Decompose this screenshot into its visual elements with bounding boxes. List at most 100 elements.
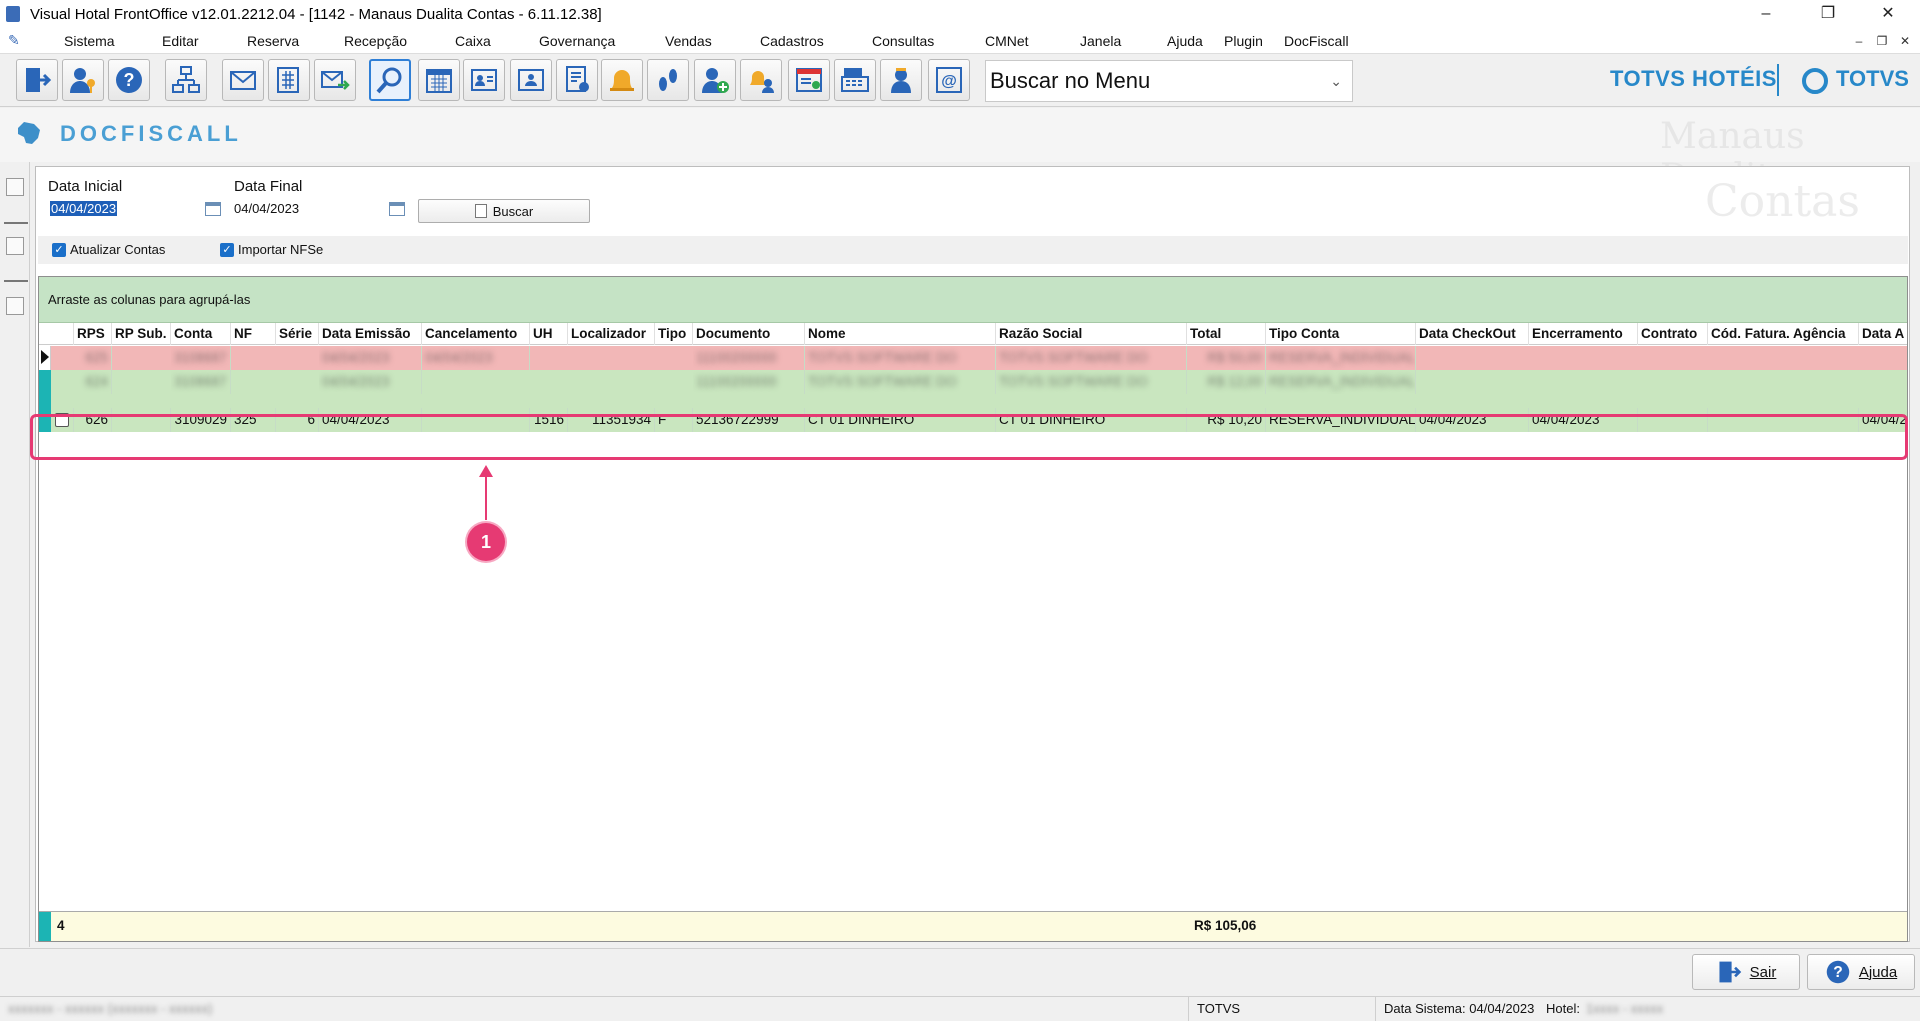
menu-plugin[interactable]: Plugin [1218, 28, 1269, 54]
mdi-restore-button[interactable]: ❐ [1873, 32, 1891, 50]
importar-nfse-label: Importar NFSe [238, 242, 324, 257]
menu-vendas[interactable]: Vendas [659, 28, 718, 54]
close-button[interactable]: ✕ [1860, 0, 1916, 28]
importar-nfse-checkbox[interactable]: ✓ Importar NFSe [220, 242, 323, 257]
housekeeping-button[interactable] [740, 59, 782, 101]
menu-cadastros[interactable]: Cadastros [754, 28, 830, 54]
group-by-hint: Arraste as colunas para agrupá-las [48, 292, 251, 307]
ajuda-button[interactable]: ? Ajuda [1807, 954, 1915, 990]
calculator-button[interactable] [268, 59, 310, 101]
calendar-icon [426, 69, 452, 93]
menu-reserva[interactable]: Reserva [241, 28, 305, 54]
sair-button[interactable]: Sair [1692, 954, 1800, 990]
data-inicial-input[interactable]: 04/04/2023 [48, 199, 228, 219]
column-header-uh[interactable]: UH [530, 323, 568, 345]
calendar-icon[interactable] [389, 202, 405, 216]
menu-consultas[interactable]: Consultas [866, 28, 940, 54]
column-header-contrato[interactable]: Contrato [1638, 323, 1708, 345]
menu-sistema[interactable]: Sistema [58, 28, 121, 54]
search-button[interactable] [369, 59, 411, 101]
minimize-button[interactable]: – [1738, 0, 1794, 28]
menu-search-dropdown[interactable]: Buscar no Menu ⌄ [985, 60, 1353, 102]
help-icon: ? [116, 67, 142, 93]
menu-docfiscall[interactable]: DocFiscall [1278, 28, 1355, 54]
mail-icon [230, 71, 256, 90]
column-header-conta[interactable]: Conta [171, 323, 231, 345]
invoice-button[interactable] [788, 59, 830, 101]
exit-icon [26, 68, 52, 92]
menu-janela[interactable]: Janela [1074, 28, 1127, 54]
footprints-button[interactable] [647, 59, 689, 101]
mdi-app-icon: ✎ [8, 32, 20, 48]
column-header-total[interactable]: Total [1187, 323, 1266, 345]
brand-divider [1777, 64, 1779, 96]
status-data-sistema: Data Sistema: 04/04/2023 [1375, 997, 1545, 1021]
exit-button[interactable] [16, 59, 58, 101]
user-key-button[interactable] [62, 59, 104, 101]
row-indicator [39, 370, 51, 394]
user-key-icon [70, 68, 95, 93]
column-header-row: RPS RP Sub. Conta NF Série Data Emissão … [39, 323, 1907, 345]
menu-caixa[interactable]: Caixa [449, 28, 497, 54]
summary-total: R$ 105,06 [1194, 918, 1257, 933]
buscar-button[interactable]: Buscar [418, 199, 590, 223]
annotation-badge: 1 [467, 523, 505, 561]
column-header-tipo-conta[interactable]: Tipo Conta [1266, 323, 1416, 345]
table-row[interactable]: 624 3108687 04/04/2023 11100200000 TOTVS… [39, 370, 1907, 394]
search-doc-icon [474, 204, 487, 218]
column-header-localizador[interactable]: Localizador [568, 323, 655, 345]
column-header-data-checkout[interactable]: Data CheckOut [1416, 323, 1529, 345]
column-header-cancelamento[interactable]: Cancelamento [422, 323, 530, 345]
column-header-nome[interactable]: Nome [805, 323, 996, 345]
side-report-icon[interactable] [6, 178, 24, 196]
menu-ajuda[interactable]: Ajuda [1161, 28, 1209, 54]
checkbox-checked-icon: ✓ [52, 242, 66, 257]
column-header-razao-social[interactable]: Razão Social [996, 323, 1187, 345]
column-header-serie[interactable]: Série [276, 323, 319, 345]
send-mail-button[interactable] [314, 59, 356, 101]
column-header-encerramento[interactable]: Encerramento [1529, 323, 1638, 345]
cash-register-button[interactable] [834, 59, 876, 101]
column-header-rps[interactable]: RPS [74, 323, 112, 345]
atualizar-contas-checkbox[interactable]: ✓ Atualizar Contas [52, 242, 165, 257]
group-by-panel[interactable]: Arraste as colunas para agrupá-las [39, 277, 1907, 323]
maid-button[interactable] [880, 59, 922, 101]
report-button[interactable] [556, 59, 598, 101]
side-document-icon[interactable] [6, 237, 24, 255]
menu-recepcao[interactable]: Recepção [338, 28, 413, 54]
guest-card-button[interactable] [463, 59, 505, 101]
org-chart-button[interactable] [165, 59, 207, 101]
column-header-documento[interactable]: Documento [693, 323, 805, 345]
column-header-indicator [39, 323, 74, 345]
column-header-data-emissao[interactable]: Data Emissão [319, 323, 422, 345]
mail-button[interactable] [222, 59, 264, 101]
contas-grid: Arraste as colunas para agrupá-las RPS R… [38, 276, 1908, 942]
calendar-button[interactable] [418, 59, 460, 101]
data-final-label: Data Final [234, 178, 303, 195]
help-button[interactable]: ? [108, 59, 150, 101]
calendar-icon[interactable] [205, 202, 221, 216]
menu-cmnet[interactable]: CMNet [979, 28, 1035, 54]
column-header-rp-sub[interactable]: RP Sub. [112, 323, 171, 345]
menu-editar[interactable]: Editar [156, 28, 205, 54]
data-final-input[interactable]: 04/04/2023 [232, 199, 412, 219]
menu-governanca[interactable]: Governança [533, 28, 621, 54]
row-indicator [39, 912, 51, 941]
email-at-icon: @ [936, 67, 962, 93]
mdi-minimize-button[interactable]: – [1850, 32, 1868, 50]
data-inicial-label: Data Inicial [48, 178, 123, 195]
email-at-button[interactable]: @ [928, 59, 970, 101]
restore-button[interactable]: ❐ [1800, 0, 1856, 28]
column-header-tipo[interactable]: Tipo [655, 323, 693, 345]
column-header-cod-fatura-agencia[interactable]: Cód. Fatura. Agência [1708, 323, 1859, 345]
checkin-card-button[interactable] [510, 59, 552, 101]
send-mail-icon [321, 71, 350, 90]
table-row-cancelled[interactable]: 625 3108687 04/04/2023 04/04/2023 111002… [39, 346, 1907, 370]
mdi-close-button[interactable]: ✕ [1896, 32, 1914, 50]
column-header-nf[interactable]: NF [231, 323, 276, 345]
table-row[interactable] [39, 394, 1907, 408]
add-user-button[interactable] [694, 59, 736, 101]
column-header-data-a[interactable]: Data A [1859, 323, 1907, 345]
bell-button[interactable] [601, 59, 643, 101]
side-print-icon[interactable] [6, 297, 24, 315]
